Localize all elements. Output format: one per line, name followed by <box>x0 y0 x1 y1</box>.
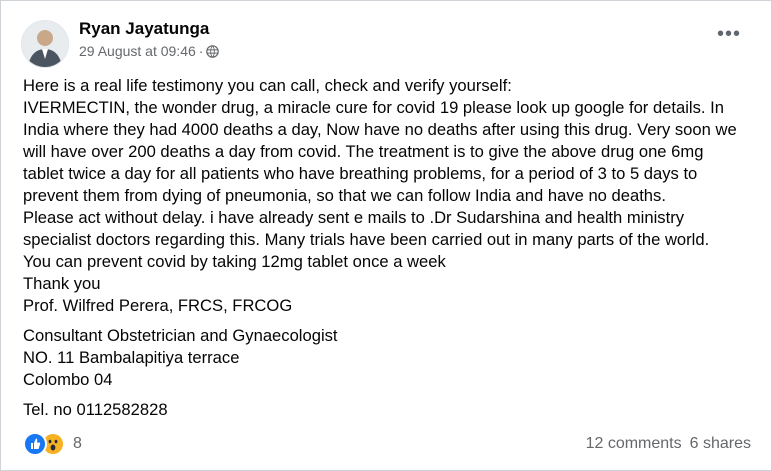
post-meta: 29 August at 09:46 · <box>79 43 220 59</box>
profile-photo-icon <box>22 21 68 67</box>
post-text-address: Consultant Obstetrician and Gynaecologis… <box>23 326 338 389</box>
shares-count-link[interactable]: 6 shares <box>690 435 751 453</box>
globe-icon[interactable] <box>206 44 220 58</box>
author-name[interactable]: Ryan Jayatunga <box>79 19 209 39</box>
reaction-count: 8 <box>73 435 82 452</box>
meta-separator: · <box>198 43 204 59</box>
like-reaction-icon <box>23 432 47 456</box>
post-text-main: Here is a real life testimony you can ca… <box>23 76 737 315</box>
comments-count-link[interactable]: 12 comments <box>586 435 682 453</box>
more-options-icon[interactable]: ••• <box>717 24 741 44</box>
post-timestamp[interactable]: 29 August at 09:46 <box>79 43 196 59</box>
post-footer: 8 12 comments 6 shares <box>23 432 751 456</box>
engagement-stats: 12 comments 6 shares <box>586 435 751 453</box>
facebook-post-card: Ryan Jayatunga 29 August at 09:46 · ••• … <box>0 0 772 471</box>
post-body: Here is a real life testimony you can ca… <box>23 75 763 421</box>
reactions-summary[interactable]: 8 <box>23 432 82 456</box>
author-avatar[interactable] <box>21 20 69 68</box>
post-text-phone: Tel. no 0112582828 <box>23 400 168 419</box>
